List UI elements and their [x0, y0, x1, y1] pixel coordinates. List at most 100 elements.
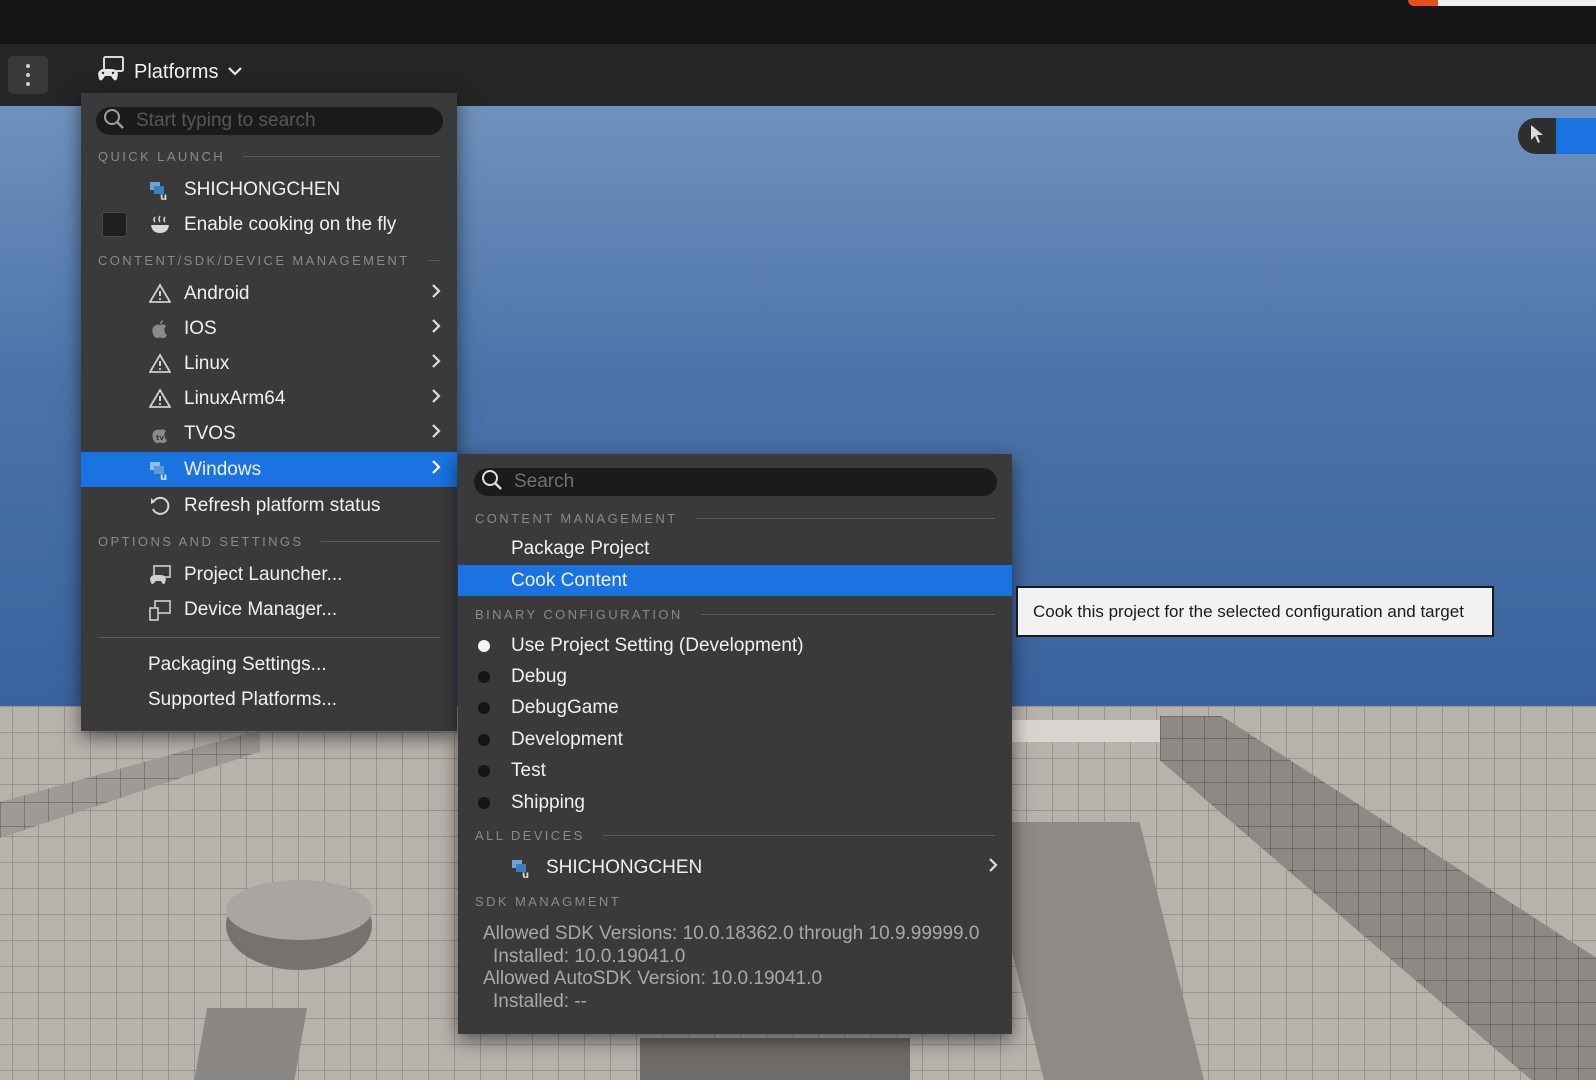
tooltip-text: Cook this project for the selected confi…	[1033, 601, 1464, 621]
item-label: Linux	[184, 352, 230, 374]
item-label: Windows	[184, 458, 262, 480]
refresh-platform-status-item[interactable]: Refresh platform status	[81, 488, 457, 523]
radio-unselected[interactable]	[478, 701, 490, 714]
apple-icon	[149, 318, 171, 340]
search-input[interactable]	[514, 471, 954, 493]
item-label: Packaging Settings...	[148, 653, 327, 675]
item-label: Development	[511, 728, 623, 750]
section-label: QUICK LAUNCH	[98, 148, 226, 164]
cursor-arrow-icon	[1529, 124, 1545, 149]
section-divider	[321, 540, 440, 542]
device-manager-icon	[149, 599, 171, 621]
windows-search-box[interactable]	[474, 468, 997, 496]
refresh-icon	[149, 495, 171, 517]
kebab-dot	[26, 73, 30, 77]
quick-launch-device-item[interactable]: u SHICHONGCHEN	[81, 172, 457, 207]
chevron-right-icon	[431, 387, 441, 410]
platform-item-tvos[interactable]: tv TVOS	[81, 416, 457, 451]
config-option-debug[interactable]: Debug	[458, 661, 1012, 692]
config-option-shipping[interactable]: Shipping	[458, 787, 1012, 818]
supported-platforms-item[interactable]: Supported Platforms...	[81, 682, 457, 717]
section-label: CONTENT MANAGEMENT	[475, 510, 678, 526]
item-label: Debug	[511, 665, 567, 687]
radio-unselected[interactable]	[478, 796, 490, 809]
block-mesh	[192, 1008, 308, 1080]
warning-icon	[149, 387, 171, 410]
project-launcher-icon	[149, 564, 171, 586]
section-binary-configuration: BINARY CONFIGURATION	[475, 606, 995, 622]
item-label: TVOS	[184, 422, 236, 444]
item-label: Project Launcher...	[184, 563, 343, 585]
platform-item-windows[interactable]: u Windows	[81, 452, 457, 487]
search-icon	[480, 468, 504, 497]
search-icon	[102, 107, 126, 136]
cook-on-the-fly-item[interactable]: Enable cooking on the fly	[81, 207, 457, 242]
section-label: ALL DEVICES	[475, 827, 585, 843]
item-label: Use Project Setting (Development)	[511, 634, 804, 656]
item-label: SHICHONGCHEN	[184, 178, 341, 200]
config-option-project-setting[interactable]: Use Project Setting (Development)	[458, 630, 1012, 661]
item-label: Enable cooking on the fly	[184, 213, 397, 235]
section-divider	[602, 834, 995, 836]
sdk-installed-version: Installed: 10.0.19041.0	[493, 946, 686, 967]
platform-item-linux[interactable]: Linux	[81, 346, 457, 381]
cooking-pot-icon	[149, 214, 171, 236]
cook-on-the-fly-checkbox[interactable]	[102, 212, 127, 237]
radio-unselected[interactable]	[478, 764, 490, 777]
windows-device-icon: u	[511, 857, 533, 881]
radio-selected[interactable]	[478, 639, 490, 652]
chevron-down-icon	[228, 63, 243, 80]
platform-item-android[interactable]: Android	[81, 276, 457, 311]
section-divider	[695, 517, 995, 519]
menu-divider	[98, 637, 440, 638]
platforms-search-box[interactable]	[96, 107, 443, 135]
config-option-test[interactable]: Test	[458, 755, 1012, 786]
section-content-sdk-device: CONTENT/SDK/DEVICE MANAGEMENT	[98, 252, 440, 268]
device-manager-item[interactable]: Device Manager...	[81, 592, 457, 627]
project-launcher-item[interactable]: Project Launcher...	[81, 557, 457, 592]
device-item-shichongchen[interactable]: u SHICHONGCHEN	[458, 851, 1012, 885]
svg-text:u: u	[160, 472, 167, 481]
section-label: OPTIONS AND SETTINGS	[98, 533, 304, 549]
item-label: Shipping	[511, 791, 585, 813]
section-divider	[700, 613, 995, 615]
config-option-debuggame[interactable]: DebugGame	[458, 692, 1012, 723]
platform-item-linuxarm64[interactable]: LinuxArm64	[81, 381, 457, 416]
windows-submenu: CONTENT MANAGEMENT Package Project Cook …	[458, 454, 1012, 1034]
packaging-settings-item[interactable]: Packaging Settings...	[81, 647, 457, 682]
item-label: SHICHONGCHEN	[546, 857, 703, 878]
active-tool-indicator[interactable]	[1556, 118, 1596, 154]
chevron-right-icon	[431, 422, 441, 445]
warning-icon	[149, 282, 171, 305]
item-label: IOS	[184, 317, 217, 339]
svg-text:u: u	[160, 192, 167, 201]
windows-device-icon: u	[149, 179, 171, 201]
platform-item-ios[interactable]: IOS	[81, 311, 457, 346]
section-quick-launch: QUICK LAUNCH	[98, 148, 440, 164]
item-label: Refresh platform status	[184, 494, 381, 516]
viewport-transform-toolbar	[1518, 118, 1596, 154]
item-label: Package Project	[511, 537, 650, 559]
chevron-right-icon	[431, 352, 441, 375]
section-sdk-management: SDK MANAGMENT	[475, 893, 995, 909]
item-label: Test	[511, 759, 546, 781]
apple-tv-icon: tv	[149, 423, 171, 445]
autosdk-installed-version: Installed: --	[493, 991, 587, 1012]
item-label: Android	[184, 282, 250, 304]
config-option-development[interactable]: Development	[458, 724, 1012, 755]
platforms-dropdown-button[interactable]: Platforms	[92, 54, 248, 90]
chevron-right-icon	[431, 282, 441, 305]
radio-unselected[interactable]	[478, 670, 490, 683]
platforms-icon	[96, 54, 126, 90]
cook-content-item[interactable]: Cook Content	[458, 565, 1012, 596]
radio-unselected[interactable]	[478, 733, 490, 746]
autosdk-allowed-version: Allowed AutoSDK Version: 10.0.19041.0	[483, 968, 823, 989]
item-label: Device Manager...	[184, 598, 338, 620]
select-mode-button[interactable]	[1518, 118, 1556, 154]
package-project-item[interactable]: Package Project	[458, 533, 1012, 564]
more-options-button[interactable]	[8, 56, 48, 94]
search-input[interactable]	[136, 110, 426, 132]
svg-text:u: u	[522, 870, 529, 879]
top-right-accent	[1408, 0, 1596, 6]
sdk-allowed-versions: Allowed SDK Versions: 10.0.18362.0 throu…	[483, 923, 980, 944]
